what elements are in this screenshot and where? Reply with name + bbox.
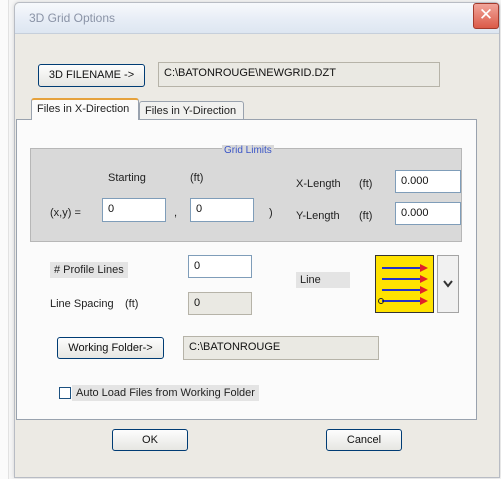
profile-lines-label: # Profile Lines [50,262,128,278]
filename-path-field: C:\BATONROUGE\NEWGRID.DZT [158,62,440,87]
starting-unit-label: (ft) [190,172,204,184]
profile-arrow-2 [420,275,428,283]
line-spacing-value: 0 [194,297,201,309]
tab-files-x-direction-label: Files in X-Direction [37,103,130,115]
chevron-down-icon [443,280,453,288]
working-folder-path-field: C:\BATONROUGE [183,336,379,360]
3d-filename-button[interactable]: 3D FILENAME -> [38,64,145,87]
working-folder-button-label: Working Folder-> [68,342,153,354]
filename-path-value: C:\BATONROUGE\NEWGRID.DZT [164,67,336,79]
profile-lines-input[interactable]: 0 [188,255,252,278]
xy-label: (x,y) = [50,207,81,219]
close-button[interactable]: ✕ [473,3,499,29]
cancel-button[interactable]: Cancel [326,429,402,451]
starting-y-value: 0 [196,203,203,215]
line-direction-icon [375,255,434,313]
grid-limits-title: Grid Limits [222,145,274,156]
title-bar: 3D Grid Options ✕ [15,3,499,34]
starting-x-input[interactable]: 0 [102,198,166,222]
working-folder-button[interactable]: Working Folder-> [57,337,164,359]
auto-load-label: Auto Load Files from Working Folder [72,385,259,401]
starting-x-value: 0 [108,203,115,215]
auto-load-checkbox[interactable] [59,387,71,399]
profile-arrow-4 [420,297,428,305]
dialog-title: 3D Grid Options [29,11,116,25]
line-dropdown-button[interactable] [437,255,459,313]
y-length-value: 0.000 [401,207,429,219]
line-spacing-unit: (ft) [125,298,139,310]
line-spacing-field: 0 [188,292,252,315]
profile-lines-value: 0 [194,260,201,272]
close-icon: ✕ [478,5,494,24]
profile-arrow-1 [420,264,428,272]
tab-files-x-direction[interactable]: Files in X-Direction [31,98,139,120]
working-folder-path-value: C:\BATONROUGE [189,341,281,353]
left-window-edge [0,0,9,479]
ok-button[interactable]: OK [112,429,188,451]
cancel-button-label: Cancel [346,434,382,446]
line-label: Line [296,272,350,288]
y-length-label: Y-Length [296,210,340,222]
3d-filename-button-label: 3D FILENAME -> [48,69,135,81]
close-paren: ) [269,207,273,219]
x-length-label: X-Length [296,178,341,190]
grid-limits-group [30,148,462,242]
tab-files-y-direction[interactable]: Files in Y-Direction [139,101,244,120]
profile-arrow-3 [420,286,428,294]
line-direction-svg [378,264,428,305]
ok-button-label: OK [142,434,158,446]
line-spacing-label: Line Spacing [50,298,114,310]
line-direction-dropdown[interactable] [375,255,459,313]
y-length-unit: (ft) [359,210,373,222]
x-length-unit: (ft) [359,178,373,190]
tab-files-y-direction-label: Files in Y-Direction [145,105,237,117]
comma-separator: , [174,207,178,219]
x-length-value: 0.000 [401,175,429,187]
y-length-input[interactable]: 0.000 [395,202,461,225]
starting-y-input[interactable]: 0 [190,198,254,222]
x-length-input[interactable]: 0.000 [395,170,461,193]
starting-label: Starting [108,172,146,184]
